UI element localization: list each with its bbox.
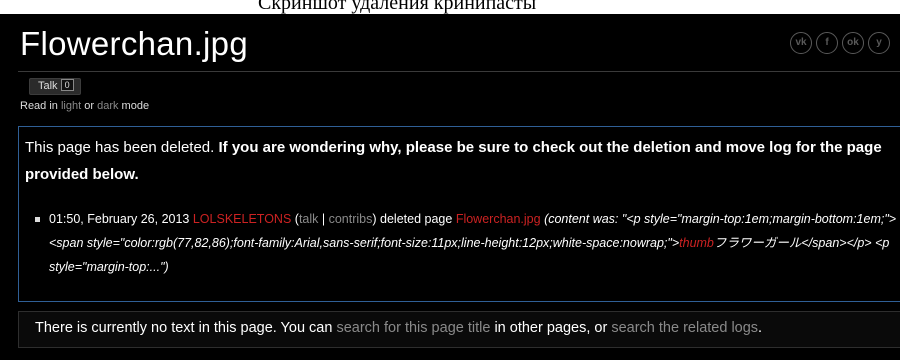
no-text-notice: There is currently no text in this page.… [18,311,900,348]
social-share-bar: vk f ok y [790,32,900,56]
log-contribs-link[interactable]: contribs [329,212,373,226]
log-action: deleted page [380,212,453,226]
screenshot-caption: Скриншот удаления кринипасты [0,0,900,14]
page-title: Flowerchan.jpg [20,25,248,62]
light-mode-link[interactable]: light [61,100,81,112]
no-text-before: There is currently no text in this page.… [35,320,333,336]
title-divider [18,71,900,72]
log-thumb-link[interactable]: thumb [679,236,714,250]
dark-mode-link[interactable]: dark [97,100,118,112]
log-user-link[interactable]: LOLSKELETONS [193,212,291,226]
search-logs-link[interactable]: search the related logs [611,320,758,336]
no-text-middle: in other pages, or [494,320,608,336]
deletion-log-entry: 01:50, February 26, 2013 LOLSKELETONS (t… [35,207,900,279]
twitter-icon[interactable]: y [868,32,890,54]
talk-count-badge: 0 [60,79,74,91]
facebook-icon[interactable]: f [816,32,838,54]
mode-or: or [84,100,95,112]
log-timestamp: 01:50, February 26, 2013 [49,212,190,226]
read-mode-line: Read in light or dark mode [20,100,149,112]
caption-text: Скриншот удаления кринипасты [258,0,537,14]
deletion-notice: This page has been deleted. If you are w… [18,126,900,302]
mode-suffix: mode [121,100,150,112]
vk-icon[interactable]: vk [790,32,812,54]
notice-plain: This page has been deleted. [25,139,215,156]
odnoklassniki-icon[interactable]: ok [842,32,864,54]
mode-prefix: Read in [20,100,58,112]
no-text-end: . [758,320,763,336]
notice-message: This page has been deleted. If you are w… [25,134,900,188]
talk-button[interactable]: Talk 0 [29,78,81,95]
log-page-link[interactable]: Flowerchan.jpg [456,212,541,226]
talk-label: Talk [38,80,58,92]
log-talk-link[interactable]: talk [299,212,318,226]
list-bullet [35,217,40,222]
log-separator: | [321,212,326,226]
search-title-link[interactable]: search for this page title [336,320,490,336]
